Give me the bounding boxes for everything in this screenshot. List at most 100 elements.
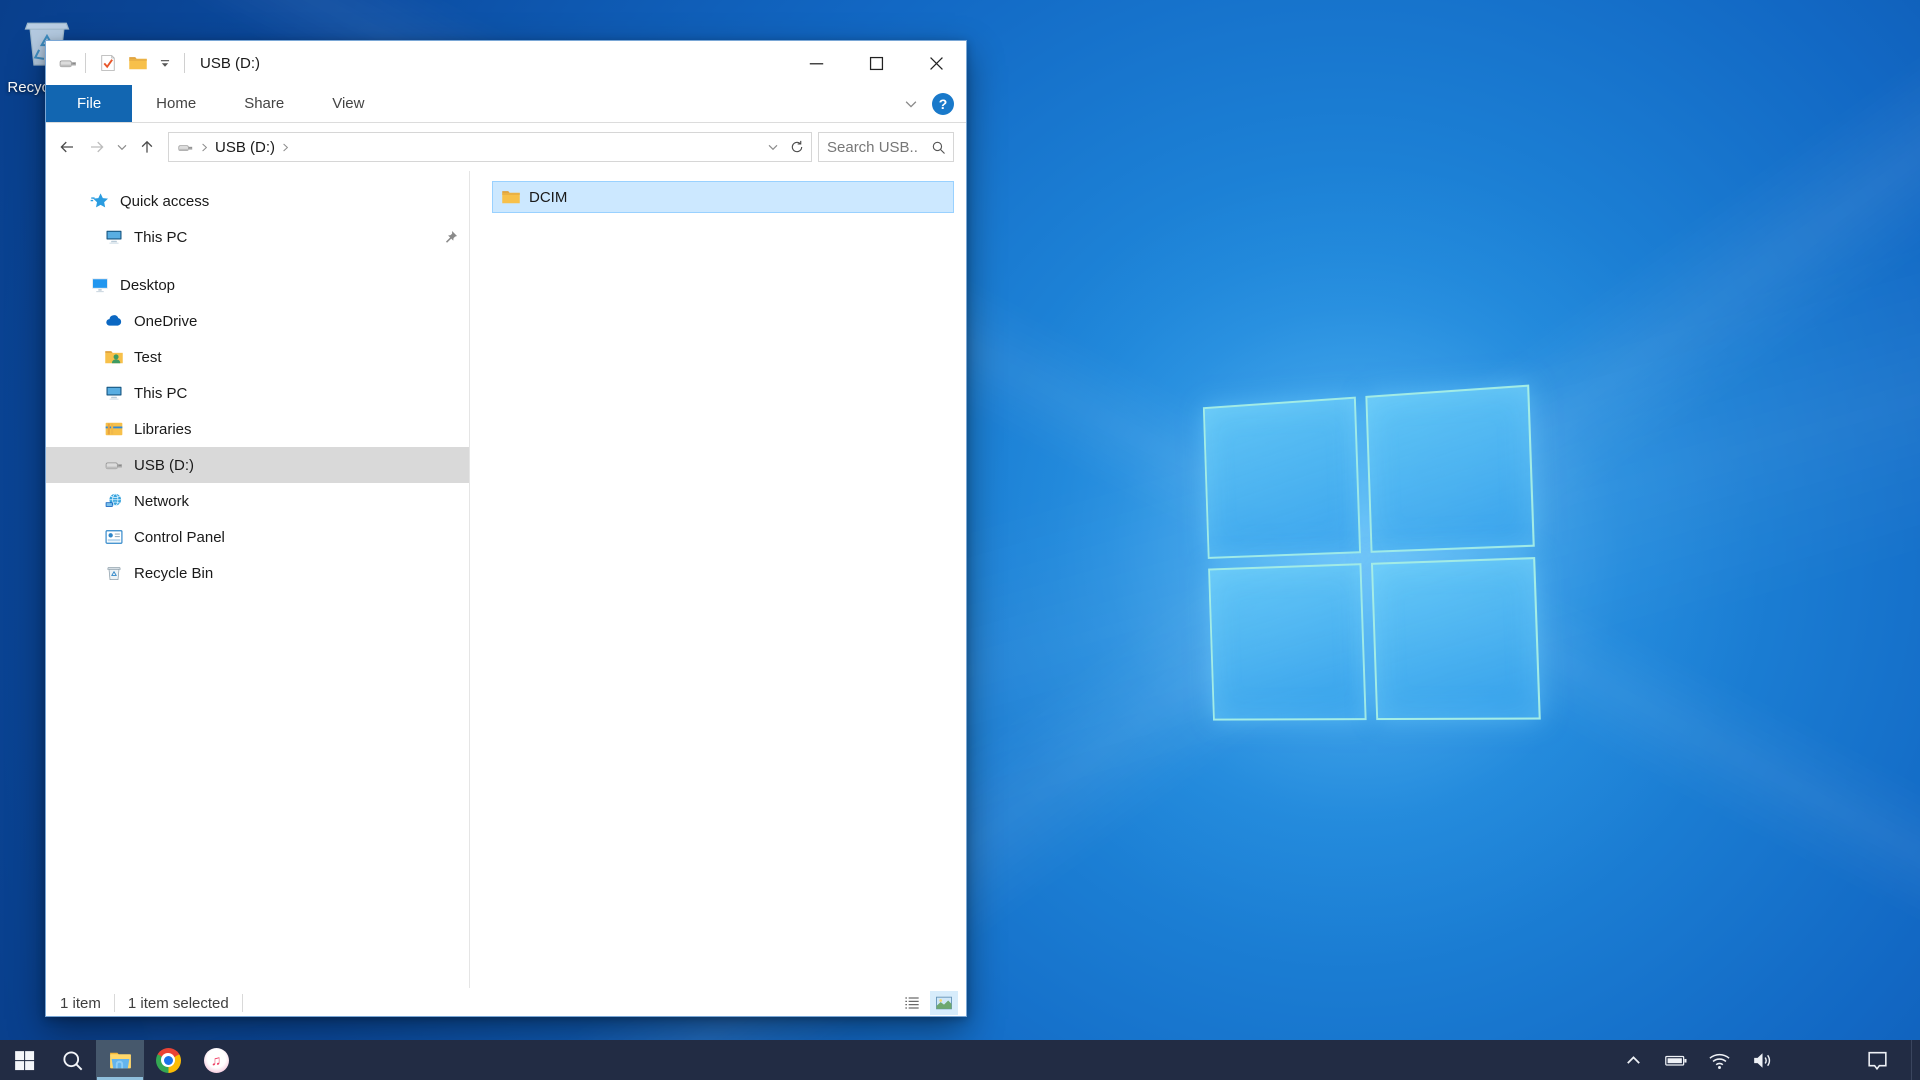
volume-icon[interactable] xyxy=(1750,1048,1775,1073)
taskbar: ♫ xyxy=(0,1040,1920,1080)
logo-pane xyxy=(1365,385,1534,553)
drive-icon xyxy=(58,53,78,73)
refresh-button[interactable] xyxy=(785,135,809,159)
window-title: USB (D:) xyxy=(200,55,260,72)
sidebar-item-this-pc[interactable]: This PC xyxy=(46,375,469,411)
file-list: DCIM xyxy=(470,171,966,988)
ribbon-tabs: File Home Share View ? xyxy=(46,85,966,123)
network-icon xyxy=(104,491,124,511)
drive-icon xyxy=(177,139,194,156)
expand-ribbon-button[interactable] xyxy=(902,95,920,113)
sidebar-item-label: Network xyxy=(134,493,189,510)
recycle-bin-icon xyxy=(104,563,124,583)
status-divider xyxy=(242,994,243,1012)
sidebar-item-label: Desktop xyxy=(120,277,175,294)
sidebar-item-label: This PC xyxy=(134,385,187,402)
selection-count: 1 item selected xyxy=(128,995,229,1012)
view-buttons xyxy=(898,991,958,1015)
tab-view[interactable]: View xyxy=(308,85,388,122)
tab-home[interactable]: Home xyxy=(132,85,220,122)
large-icons-view-button[interactable] xyxy=(930,991,958,1015)
search-icon[interactable] xyxy=(930,139,947,156)
sidebar-item-libraries[interactable]: Libraries xyxy=(46,411,469,447)
screen: Recycle Bin USB (D:) File Home Share Vie… xyxy=(0,0,1920,1080)
pin-icon xyxy=(442,229,459,246)
quick-access-icon xyxy=(90,191,110,211)
logo-pane xyxy=(1208,563,1367,720)
maximize-button[interactable] xyxy=(846,41,906,85)
start-icon xyxy=(12,1048,37,1073)
help-button[interactable]: ? xyxy=(932,93,954,115)
sidebar-item-onedrive[interactable]: OneDrive xyxy=(46,303,469,339)
file-explorer-window: USB (D:) File Home Share View ? xyxy=(45,40,967,1017)
show-desktop-button[interactable] xyxy=(1912,1040,1920,1080)
sidebar-item-usb-d[interactable]: USB (D:) xyxy=(46,447,469,483)
sidebar-item-label: OneDrive xyxy=(134,313,197,330)
libraries-icon xyxy=(104,419,124,439)
details-view-button[interactable] xyxy=(898,991,926,1015)
sidebar-item-desktop[interactable]: Desktop xyxy=(46,267,469,303)
battery-icon[interactable] xyxy=(1664,1048,1689,1073)
sidebar-item-test[interactable]: Test xyxy=(46,339,469,375)
file-item-dcim[interactable]: DCIM xyxy=(492,181,954,213)
tab-share[interactable]: Share xyxy=(220,85,308,122)
taskbar-button-search[interactable] xyxy=(48,1040,96,1080)
navigation-pane: Quick accessThis PCDesktopOneDriveTestTh… xyxy=(46,171,470,988)
item-count: 1 item xyxy=(60,995,101,1012)
titlebar-separator xyxy=(85,53,86,73)
onedrive-icon xyxy=(104,311,124,331)
close-button[interactable] xyxy=(906,41,966,85)
this-pc-icon xyxy=(104,383,124,403)
titlebar-separator xyxy=(184,53,185,73)
ribbon-tools: ? xyxy=(902,85,966,122)
qat-customize-dropdown[interactable] xyxy=(158,56,172,70)
address-bar[interactable]: USB (D:) xyxy=(168,132,812,162)
minimize-icon xyxy=(805,52,828,75)
action-center-icon[interactable] xyxy=(1865,1048,1890,1073)
minimize-button[interactable] xyxy=(786,41,846,85)
sidebar-item-network[interactable]: Network xyxy=(46,483,469,519)
chevron-up-icon[interactable] xyxy=(1621,1048,1646,1073)
itunes-icon: ♫ xyxy=(204,1048,229,1073)
tab-file[interactable]: File xyxy=(46,85,132,122)
wifi-icon[interactable] xyxy=(1707,1048,1732,1073)
control-panel-icon xyxy=(104,527,124,547)
sidebar-item-label: Test xyxy=(134,349,162,366)
sidebar-item-control-panel[interactable]: Control Panel xyxy=(46,519,469,555)
back-button[interactable] xyxy=(52,132,82,162)
file-explorer-icon xyxy=(108,1048,133,1073)
forward-button[interactable] xyxy=(82,132,112,162)
folder-icon xyxy=(501,187,521,207)
sidebar-item-quick-access[interactable]: Quick access xyxy=(46,183,469,219)
titlebar[interactable]: USB (D:) xyxy=(46,41,966,85)
taskbar-button-start[interactable] xyxy=(0,1040,48,1080)
sidebar-item-label: Control Panel xyxy=(134,529,225,546)
up-button[interactable] xyxy=(132,132,162,162)
breadcrumb-chevron-icon[interactable] xyxy=(198,141,211,154)
qat-new-folder-button[interactable] xyxy=(128,53,148,73)
chrome-icon xyxy=(156,1048,181,1073)
windows-logo-graphic xyxy=(1203,385,1541,721)
taskbar-button-chrome[interactable] xyxy=(144,1040,192,1080)
qat-properties-button[interactable] xyxy=(98,53,118,73)
window-controls xyxy=(786,41,966,85)
sidebar-item-label: Libraries xyxy=(134,421,192,438)
sidebar-item-recycle-bin[interactable]: Recycle Bin xyxy=(46,555,469,591)
search-input[interactable] xyxy=(827,139,917,156)
taskbar-apps: ♫ xyxy=(0,1040,240,1080)
this-pc-icon xyxy=(104,227,124,247)
address-history-dropdown[interactable] xyxy=(761,135,785,159)
breadcrumb-segment[interactable]: USB (D:) xyxy=(215,139,275,156)
search-icon xyxy=(60,1048,85,1073)
file-item-label: DCIM xyxy=(529,189,567,206)
search-box[interactable] xyxy=(818,132,954,162)
user-folder-icon xyxy=(104,347,124,367)
navigation-bar: USB (D:) xyxy=(46,123,966,171)
system-tray xyxy=(1612,1040,1920,1080)
sidebar-item-this-pc[interactable]: This PC xyxy=(46,219,469,255)
taskbar-button-file-explorer[interactable] xyxy=(96,1040,144,1080)
recent-locations-dropdown[interactable] xyxy=(112,132,132,162)
taskbar-button-itunes[interactable]: ♫ xyxy=(192,1040,240,1080)
logo-pane xyxy=(1203,397,1361,559)
breadcrumb-chevron-icon[interactable] xyxy=(279,141,292,154)
